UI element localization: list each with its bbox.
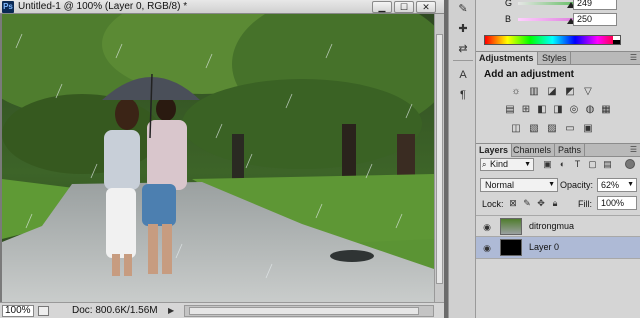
opacity-label: Opacity: <box>560 180 594 190</box>
chevron-down-icon: ▼ <box>524 161 531 168</box>
lock-label: Lock: <box>482 199 504 209</box>
fill-label: Fill: <box>578 199 592 209</box>
tab-adjustments[interactable]: Adjustments <box>476 52 538 65</box>
hue-icon[interactable]: ⊞ <box>520 104 532 115</box>
shape-filter-icon[interactable]: ▢ <box>587 158 598 170</box>
layer-thumbnail <box>500 239 522 256</box>
document-title-bar[interactable]: Ps Untitled-1 @ 100% (Layer 0, RGB/8) * … <box>0 0 444 14</box>
chevron-down-icon: ▼ <box>548 181 555 188</box>
lock-transparent-icon[interactable]: ⊠ <box>508 197 518 209</box>
color-panel: G 249 B 250 <box>476 0 640 50</box>
bw-icon[interactable]: ◨ <box>552 104 564 115</box>
color-g-row: G 249 <box>476 0 640 11</box>
document-info: Doc: 800.6K/1.56M <box>72 305 158 316</box>
close-button[interactable]: ✕ <box>416 1 436 13</box>
brush-icon[interactable]: ✎ <box>455 2 471 16</box>
g-label: G <box>505 0 513 8</box>
adjustments-tabbar: Adjustments Styles ☰ <box>476 51 640 65</box>
layer-row[interactable]: ◉ Layer 0 <box>476 237 640 259</box>
document-status-icon[interactable] <box>38 306 49 316</box>
status-bar: 100% Doc: 800.6K/1.56M ▶ <box>0 302 444 318</box>
minimize-button[interactable]: ▁ <box>372 1 392 13</box>
lock-all-icon[interactable]: 🔒︎ <box>550 197 560 209</box>
vibrance-icon[interactable]: ▤ <box>504 104 516 115</box>
g-value-field[interactable]: 249 <box>573 0 617 10</box>
fill-value: 100% <box>601 198 625 208</box>
levels-icon[interactable]: ▥ <box>528 86 540 97</box>
maximize-button[interactable]: ☐ <box>394 1 414 13</box>
photo-filter-icon[interactable]: ◎ <box>568 104 580 115</box>
eye-icon[interactable]: ◉ <box>481 242 493 254</box>
eye-icon[interactable]: ◉ <box>481 221 493 233</box>
type-filter-icon[interactable]: T <box>572 158 583 170</box>
search-icon: ⌕ <box>482 160 487 169</box>
pixel-filter-icon[interactable]: ▣ <box>542 158 553 170</box>
color-lookup-icon[interactable]: ▦ <box>600 104 612 115</box>
chevron-down-icon: ▼ <box>627 181 634 188</box>
tab-layers[interactable]: Layers <box>476 144 513 157</box>
blend-mode-select[interactable]: Normal ▼ <box>480 178 558 192</box>
selective-color-icon[interactable]: ▣ <box>582 123 594 134</box>
paragraph-icon[interactable]: ¶ <box>455 88 471 102</box>
panel-column: G 249 B 250 Adjustments Styles ☰ Add an … <box>476 0 640 318</box>
vertical-scrollbar[interactable] <box>434 14 444 302</box>
black-white-swatch[interactable] <box>613 36 620 44</box>
brightness-icon[interactable]: ☼ <box>510 86 522 97</box>
opacity-value: 62% <box>601 180 620 190</box>
b-label: B <box>505 14 512 24</box>
zoom-field[interactable]: 100% <box>2 305 34 317</box>
threshold-icon[interactable]: ▨ <box>546 123 558 134</box>
lock-position-icon[interactable]: ✥ <box>536 197 546 209</box>
lock-pixels-icon[interactable]: ✎ <box>522 197 532 209</box>
document-window: Ps Untitled-1 @ 100% (Layer 0, RGB/8) * … <box>0 0 444 318</box>
smart-object-filter-icon[interactable]: ▤ <box>602 158 613 170</box>
layer-filter-kind-select[interactable]: ⌕ Kind ▼ <box>480 158 534 171</box>
tab-styles[interactable]: Styles <box>539 52 571 65</box>
color-spectrum[interactable] <box>484 35 621 45</box>
blend-mode-value: Normal <box>485 180 515 190</box>
layer-name: Layer 0 <box>529 242 560 252</box>
collapsed-tool-strip: ✎ ✚ ⇄ A ¶ <box>448 0 476 318</box>
layer-row[interactable]: ◉ ditrongmua <box>476 215 640 237</box>
adjustment-filter-icon[interactable]: ◐ <box>557 158 568 170</box>
document-title: Untitled-1 @ 100% (Layer 0, RGB/8) * <box>18 1 188 12</box>
status-menu-arrow-icon[interactable]: ▶ <box>168 306 174 315</box>
tab-paths[interactable]: Paths <box>555 144 586 157</box>
layers-tabbar: Layers Channels Paths ☰ <box>476 143 640 157</box>
layers-panel-menu-icon[interactable]: ☰ <box>630 145 637 154</box>
kind-label: Kind <box>490 159 509 169</box>
invert-icon[interactable]: ◫ <box>510 123 522 134</box>
gradient-icon[interactable]: ▽ <box>582 86 594 97</box>
rain-photo <box>2 14 434 302</box>
channel-mixer-icon[interactable]: ◍ <box>584 104 596 115</box>
layer-thumbnail <box>500 218 522 235</box>
tab-channels[interactable]: Channels <box>510 144 556 157</box>
opacity-field[interactable]: 62% ▼ <box>597 178 637 192</box>
gradient-map-icon[interactable]: ▭ <box>564 123 576 134</box>
image-canvas[interactable] <box>2 14 434 302</box>
exposure-icon[interactable]: ◩ <box>564 86 576 97</box>
photoshop-logo-icon: Ps <box>2 1 14 13</box>
adjustments-heading: Add an adjustment <box>484 69 575 80</box>
filter-toggle[interactable] <box>625 159 635 169</box>
adjust-icon[interactable]: ⇄ <box>455 42 471 56</box>
horizontal-scrollbar[interactable] <box>184 305 434 317</box>
color-balance-icon[interactable]: ◧ <box>536 104 548 115</box>
curves-icon[interactable]: ◪ <box>546 86 558 97</box>
clone-icon[interactable]: ✚ <box>455 22 471 36</box>
color-b-row: B 250 <box>476 13 640 27</box>
posterize-icon[interactable]: ▧ <box>528 123 540 134</box>
fill-field[interactable]: 100% <box>597 196 637 210</box>
b-value-field[interactable]: 250 <box>573 13 617 26</box>
layer-name: ditrongmua <box>529 221 575 231</box>
panel-menu-icon[interactable]: ☰ <box>630 53 637 62</box>
type-icon[interactable]: A <box>455 68 471 82</box>
